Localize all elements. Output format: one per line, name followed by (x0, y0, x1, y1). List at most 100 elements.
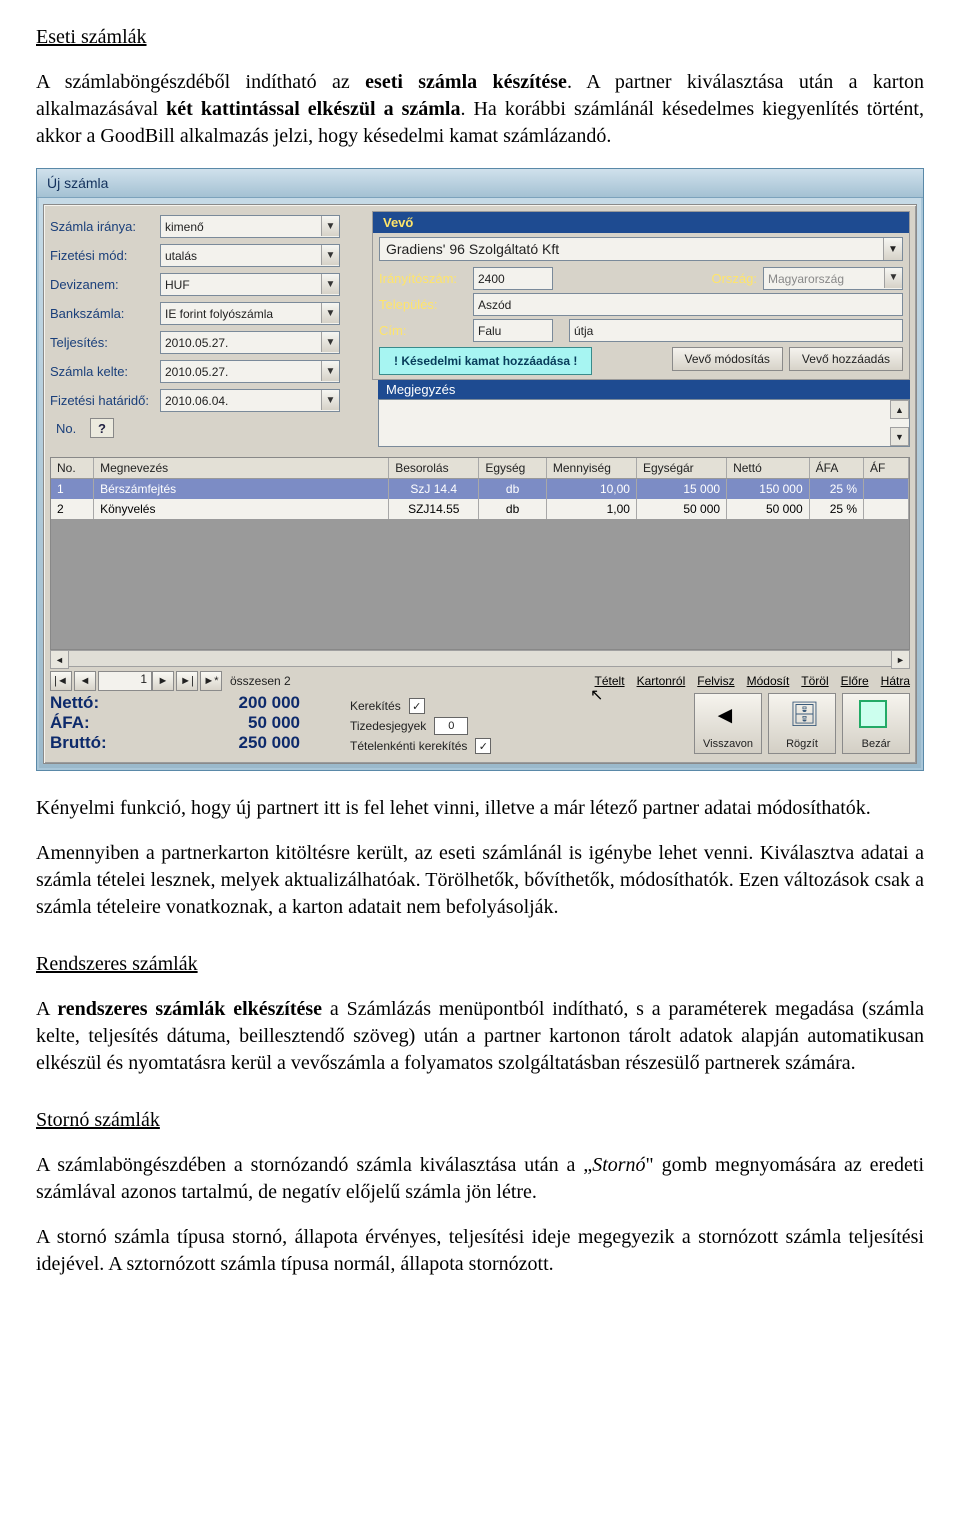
col-af2[interactable]: ÁF (864, 458, 909, 478)
lbl-town: Település: (379, 297, 473, 312)
chevron-down-icon[interactable]: ▼ (883, 238, 902, 260)
group-megjegyzes: Megjegyzés (378, 380, 910, 399)
combo-country[interactable]: Magyarország ▼ (763, 267, 903, 290)
cell: Könyvelés (94, 499, 389, 519)
p6: A stornó számla típusa stornó, állapota … (36, 1224, 924, 1278)
combo-irany[interactable]: kimenő▼ (160, 215, 340, 238)
cell: 25 % (810, 499, 864, 519)
col-afa[interactable]: ÁFA (810, 458, 864, 478)
scroll-left-icon[interactable]: ◄ (50, 650, 69, 669)
textarea-megjegyzes[interactable]: ▲ ▼ (378, 399, 910, 447)
lbl-save: Rögzít (786, 738, 818, 750)
combo-fizmod[interactable]: utalás▼ (160, 244, 340, 267)
chevron-down-icon[interactable]: ▼ (321, 361, 339, 381)
col-egy[interactable]: Egység (479, 458, 547, 478)
scroll-right-icon[interactable]: ► (891, 650, 910, 669)
nav-last-icon[interactable]: ►| (176, 671, 198, 691)
chevron-down-icon[interactable]: ▼ (321, 332, 339, 352)
col-bes[interactable]: Besorolás (389, 458, 479, 478)
help-button[interactable]: ? (90, 418, 114, 438)
nav-position[interactable]: 1 (98, 671, 152, 691)
link-kartonrol[interactable]: Kartonról (637, 674, 686, 688)
val-zip: 2400 (478, 272, 505, 286)
p2: Kényelmi funkció, hogy új partnert itt i… (36, 795, 924, 822)
nav-insert-icon[interactable]: ►* (200, 671, 222, 691)
lbl-fizmod: Fizetési mód: (50, 248, 160, 263)
chevron-down-icon[interactable]: ▼ (321, 390, 339, 410)
link-tetelt[interactable]: Tételt (595, 674, 625, 688)
input-town[interactable]: Aszód (473, 293, 903, 316)
cell: 1 (51, 479, 94, 499)
table-row[interactable]: 2 Könyvelés SZJ14.55 db 1,00 50 000 50 0… (51, 499, 909, 519)
cell (864, 499, 909, 519)
late-interest-button[interactable]: ! Késedelmi kamat hozzáadása ! (379, 347, 592, 375)
nav-first-icon[interactable]: |◄ (50, 671, 72, 691)
group-vevo: Vevő (373, 212, 909, 233)
link-hatra[interactable]: Hátra (881, 674, 910, 688)
col-net[interactable]: Nettó (727, 458, 810, 478)
cell: 25 % (810, 479, 864, 499)
link-felvisz[interactable]: Felvisz (697, 674, 734, 688)
chevron-down-icon[interactable]: ▼ (321, 216, 339, 236)
chevron-down-icon[interactable]: ▼ (321, 274, 339, 294)
col-ar[interactable]: Egységár (637, 458, 727, 478)
val-brutto: 250 000 (160, 733, 300, 753)
undo-button[interactable]: Visszavon (694, 693, 762, 754)
save-button[interactable]: Rögzít (768, 693, 836, 754)
col-name[interactable]: Megnevezés (94, 458, 389, 478)
combo-deviza[interactable]: HUF▼ (160, 273, 340, 296)
date-kelte[interactable]: 2010.05.27. ▼ (160, 360, 340, 383)
input-zip[interactable]: 2400 (473, 267, 553, 290)
scrollbar-track[interactable] (69, 650, 891, 667)
nav-prev-icon[interactable]: ◄ (74, 671, 96, 691)
lbl-netto: Nettó: (50, 693, 160, 713)
table-row[interactable]: 1 Bérszámfejtés SzJ 14.4 db 10,00 15 000… (51, 479, 909, 499)
input-addr2[interactable]: útja (569, 319, 903, 342)
val-kelt: 2010.05.27. (165, 365, 228, 379)
window-title: Új számla (37, 169, 923, 198)
scroll-up-icon[interactable]: ▲ (890, 400, 909, 419)
link-elore[interactable]: Előre (841, 674, 869, 688)
buyer-modify-button[interactable]: Vevő módosítás (672, 347, 783, 371)
combo-bank[interactable]: IE forint folyószámla▼ (160, 302, 340, 325)
val-addr1: Falu (478, 324, 501, 338)
lbl-brutto: Bruttó: (50, 733, 160, 753)
close-button[interactable]: Bezár (842, 693, 910, 754)
spinner-tizedes[interactable]: 0 (434, 717, 468, 735)
checkbox-kerekites[interactable]: ✓ (409, 698, 425, 714)
date-hatarido[interactable]: 2010.06.04. ▼ (160, 389, 340, 412)
col-no[interactable]: No. (51, 458, 94, 478)
chevron-down-icon[interactable]: ▼ (884, 268, 902, 288)
lbl-tizedes: Tizedesjegyek (350, 719, 426, 733)
cell: db (479, 499, 547, 519)
val-telj: 2010.05.27. (165, 336, 228, 350)
scroll-down-icon[interactable]: ▼ (890, 427, 909, 446)
combo-vevo[interactable]: Gradiens' 96 Szolgáltató Kft ▼ (379, 237, 903, 261)
lbl-undo: Visszavon (703, 738, 753, 750)
link-modosit[interactable]: Módosít (747, 674, 790, 688)
checkbox-tetel-kerek[interactable]: ✓ (475, 738, 491, 754)
p5b: Stornó (592, 1154, 645, 1176)
nav-next-icon[interactable]: ► (152, 671, 174, 691)
buyer-add-button[interactable]: Vevő hozzáadás (789, 347, 903, 371)
items-grid[interactable]: No. Megnevezés Besorolás Egység Mennyisé… (50, 457, 910, 650)
grid-empty-area (51, 519, 909, 649)
lbl-no: No. (56, 421, 86, 436)
col-meny[interactable]: Mennyiség (547, 458, 637, 478)
cell: 10,00 (547, 479, 637, 499)
input-addr1[interactable]: Falu (473, 319, 553, 342)
options: Kerekítés✓ Tizedesjegyek0 Tételenkénti k… (350, 693, 694, 757)
link-torol[interactable]: Töröl (801, 674, 828, 688)
val-vevo: Gradiens' 96 Szolgáltató Kft (386, 241, 559, 257)
app-window: Új számla Számla iránya: kimenő▼ Fizetés… (36, 168, 924, 771)
heading-storno: Stornó számlák (36, 1109, 160, 1131)
val-hatar: 2010.06.04. (165, 394, 228, 408)
val-addr2: útja (574, 324, 593, 338)
chevron-down-icon[interactable]: ▼ (321, 245, 339, 265)
p1d: két kattintással elkészül a számla (166, 98, 460, 120)
date-teljesites[interactable]: 2010.05.27. ▼ (160, 331, 340, 354)
val-country: Magyarország (768, 272, 844, 286)
lbl-afa: ÁFA: (50, 713, 160, 733)
chevron-down-icon[interactable]: ▼ (321, 303, 339, 323)
cell: 50 000 (727, 499, 810, 519)
